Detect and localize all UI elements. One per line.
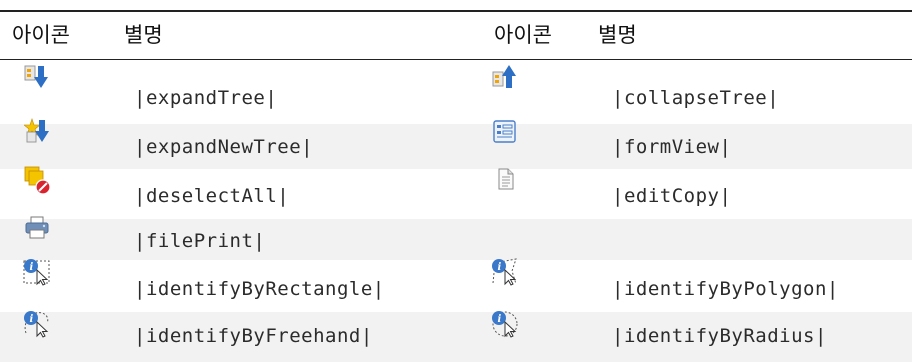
svg-text:i: i	[30, 314, 34, 325]
alias-collapse-tree: |collapseTree|	[612, 87, 780, 109]
table-row: |expandTree| |collapseTree|	[0, 60, 912, 124]
identify-by-radius-icon: i	[490, 309, 520, 339]
alias-file-print: |filePrint|	[134, 230, 266, 252]
alias-deselect-all: |deselectAll|	[134, 185, 290, 207]
svg-text:i: i	[498, 314, 502, 325]
table-row: |expandNewTree| |formView|	[0, 118, 912, 169]
header-icon-col2: 아이콘	[494, 23, 552, 47]
identify-by-polygon-icon: i	[490, 257, 520, 287]
alias-identify-by-radius: |identifyByRadius|	[612, 325, 827, 347]
svg-text:i: i	[30, 262, 34, 273]
identify-by-rectangle-icon: i	[22, 257, 52, 287]
alias-expand-tree: |expandTree|	[134, 87, 278, 109]
alias-identify-by-freehand: |identifyByFreehand|	[134, 325, 373, 347]
table-row: |filePrint|	[0, 216, 912, 260]
collapse-tree-icon	[492, 64, 518, 90]
table-row: i |identifyByFreehand| i |identifyByRadi…	[0, 309, 912, 362]
table-row: i |identifyByRectangle| i |identifyByPol…	[0, 257, 912, 312]
deselect-all-icon	[24, 166, 52, 196]
alias-form-view: |formView|	[612, 136, 732, 158]
file-print-icon	[24, 215, 50, 241]
alias-identify-by-rectangle: |identifyByRectangle|	[134, 278, 385, 300]
header-icon-col1: 아이콘	[12, 23, 70, 47]
alias-edit-copy: |editCopy|	[612, 185, 732, 207]
header-alias-col2: 별명	[598, 23, 637, 47]
alias-expand-new-tree: |expandNewTree|	[134, 136, 314, 158]
identify-by-freehand-icon: i	[22, 309, 52, 339]
expand-new-tree-icon	[24, 118, 50, 144]
alias-identify-by-polygon: |identifyByPolygon|	[612, 278, 839, 300]
expand-tree-icon	[24, 64, 50, 90]
edit-copy-icon	[492, 167, 518, 193]
header-alias-col1: 별명	[124, 23, 163, 47]
form-view-icon	[492, 119, 518, 145]
svg-text:i: i	[498, 262, 502, 273]
table-row: |deselectAll| |editCopy|	[0, 166, 912, 219]
